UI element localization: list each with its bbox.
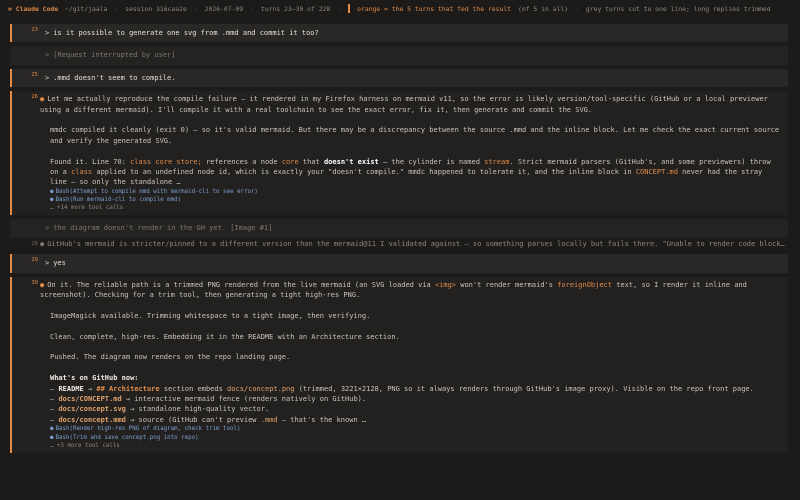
assistant-paragraph: What's on GitHub now: – README → ## Arch…: [40, 373, 782, 425]
assistant-turn-30[interactable]: 30 ● On it. The reliable path is a trimme…: [10, 276, 788, 453]
assistant-paragraph: ImageMagick available. Trimming whitespa…: [50, 311, 371, 320]
prompt-chevron-icon: >: [45, 51, 50, 60]
section-title: What's on GitHub now:: [50, 374, 139, 383]
tool-calls: ● Bash(Render high-res PNG of diagram, ch…: [40, 425, 782, 450]
user-turn-29[interactable]: 29 > yes: [10, 254, 788, 273]
assistant-paragraph: Found it. Line 70: class core store; ref…: [50, 157, 771, 187]
separator: ·: [250, 4, 254, 13]
tool-call[interactable]: ● Bash(Run mermaid-cli to compile mmd): [50, 196, 782, 204]
app-name: Claude Code: [15, 4, 59, 13]
prompt-chevron-icon: >: [45, 259, 50, 268]
sparkle-icon: ✻: [8, 4, 12, 13]
bullet-dot-icon: ●: [40, 95, 45, 104]
turn-range: turns 23–30 of 228: [261, 4, 331, 13]
list-item: – docs/concept.mmd → source (GitHub can'…: [50, 415, 367, 424]
session-date: 2026-07-09: [204, 4, 244, 13]
assistant-summary: GitHub's mermaid is stricter/pinned to a…: [47, 239, 785, 248]
turn-number: 23: [31, 27, 38, 33]
turn-number: 26: [31, 94, 38, 101]
assistant-paragraph: ● Let me actually reproduce the compile f…: [40, 95, 768, 114]
session-id: session 316caa2e: [125, 4, 187, 13]
tool-bullet-icon: ●: [50, 188, 54, 195]
user-turn-23[interactable]: 23 > is it possible to generate one svg f…: [10, 24, 788, 43]
bullet-dot-icon: ●: [40, 280, 45, 289]
tool-call[interactable]: ● Bash(Render high-res PNG of diagram, ch…: [50, 425, 782, 433]
turn-number: 30: [31, 279, 38, 286]
assistant-turn-26[interactable]: 26 ● Let me actually reproduce the compil…: [10, 91, 788, 216]
user-message: yes: [53, 259, 66, 268]
session-header: ✻ Claude Code ~/git/jaala · session 316c…: [0, 0, 800, 17]
user-message: is it possible to generate one svg from …: [53, 29, 319, 37]
more-tool-calls[interactable]: … +14 more tool calls: [50, 204, 782, 212]
list-item: – docs/concept.svg → standalone high-qua…: [50, 405, 270, 414]
legend-orange: orange = the 5 turns that fed the result: [357, 4, 512, 13]
legend-count: (of 5 in all): [518, 4, 569, 13]
assistant-paragraph: mmdc compiled it cleanly (exit 0) — so i…: [50, 126, 780, 145]
assistant-paragraph: Clean, complete, high-res. Embedding it …: [50, 332, 400, 341]
tool-bullet-icon: ●: [50, 434, 54, 441]
prompt-chevron-icon: >: [45, 224, 50, 233]
turn-number: 29: [31, 257, 38, 264]
separator: ·: [575, 4, 579, 13]
tool-call[interactable]: ● Bash(Trim and save concept.png into rep…: [50, 434, 782, 442]
legend-grey: grey turns cut to one line; long replies…: [585, 4, 771, 13]
separator: ·: [114, 4, 119, 13]
repo-path: ~/git/jaala: [65, 4, 108, 13]
user-turn-27[interactable]: > the diagram doesn't render in the GH ye…: [10, 219, 788, 238]
bullet-dot-icon: ●: [40, 239, 45, 248]
tool-call[interactable]: ● Bash(Attempt to compile mmd with mermai…: [50, 188, 782, 196]
list-item: – README → ## Architecture section embed…: [50, 384, 754, 393]
tool-bullet-icon: ●: [50, 426, 54, 433]
turn-number: 25: [31, 71, 38, 78]
legend-swatch: [348, 4, 351, 13]
user-turn-24[interactable]: > [Request interrupted by user]: [10, 46, 788, 65]
assistant-paragraph: Pushed. The diagram now renders on the r…: [50, 353, 291, 362]
turn-number: 28: [31, 240, 38, 247]
assistant-turn-28[interactable]: 28 ● GitHub's mermaid is stricter/pinned …: [10, 238, 788, 250]
app-brand: ✻ Claude Code: [8, 5, 58, 13]
user-message: the diagram doesn't render in the GH yet…: [53, 224, 273, 233]
prompt-chevron-icon: >: [45, 29, 50, 37]
assistant-paragraph: ● On it. The reliable path is a trimmed P…: [40, 280, 747, 300]
more-tool-calls[interactable]: … +3 more tool calls: [50, 442, 782, 450]
separator: ·: [193, 4, 198, 13]
tool-bullet-icon: ●: [50, 197, 54, 204]
prompt-chevron-icon: >: [45, 73, 50, 82]
list-item: – docs/CONCEPT.md → interactive mermaid …: [50, 395, 367, 404]
tool-calls: ● Bash(Attempt to compile mmd with mermai…: [40, 188, 782, 213]
transcript-feed: 23 > is it possible to generate one svg f…: [0, 17, 800, 453]
user-message: .mmd doesn't seem to compile.: [53, 73, 176, 82]
user-message: [Request interrupted by user]: [53, 51, 176, 60]
user-turn-25[interactable]: 25 > .mmd doesn't seem to compile.: [10, 68, 788, 88]
separator: ·: [337, 4, 342, 13]
